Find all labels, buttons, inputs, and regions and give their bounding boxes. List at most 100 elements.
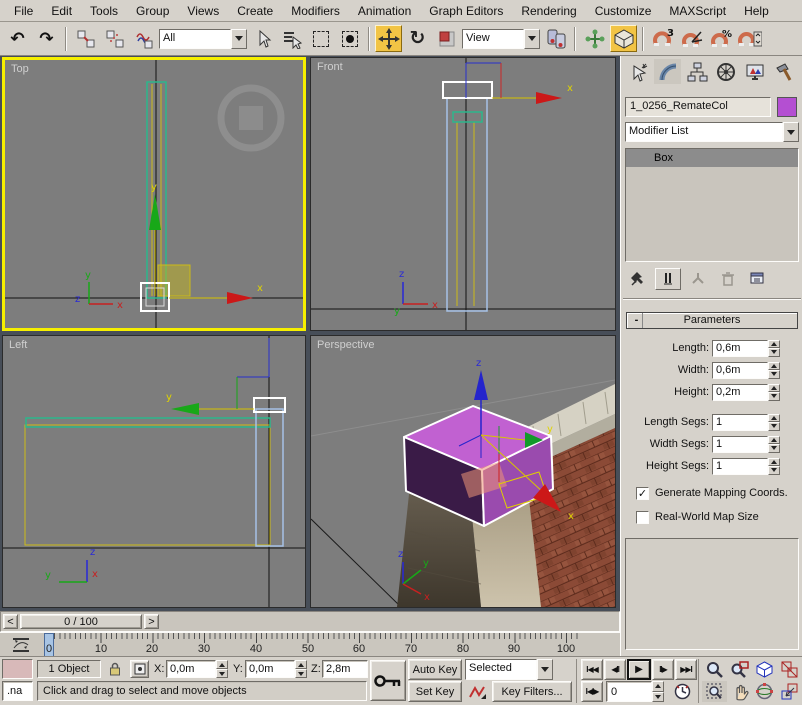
select-and-rotate-button[interactable]: ↻ (404, 25, 431, 52)
spinner-up[interactable] (768, 458, 780, 467)
maxscript-mini-listener-white[interactable]: .na (2, 681, 33, 701)
select-and-scale-button[interactable] (433, 25, 460, 52)
auto-key-button[interactable]: Auto Key (408, 659, 462, 680)
default-in-out-tangents-button[interactable] (465, 681, 489, 702)
menu-item-edit[interactable]: Edit (43, 1, 80, 21)
angle-snap-button[interactable] (678, 25, 705, 52)
select-by-name-button[interactable] (278, 25, 305, 52)
width-segs-field[interactable]: 1 (712, 436, 768, 453)
select-and-move-button[interactable] (375, 25, 402, 52)
percent-snap-button[interactable]: % (707, 25, 734, 52)
real-world-map-checkbox[interactable] (636, 511, 649, 524)
pin-stack-button[interactable] (625, 268, 651, 290)
make-unique-button[interactable] (685, 268, 711, 290)
show-end-result-button[interactable] (655, 268, 681, 290)
time-slider-handle[interactable]: 0 / 100 (20, 614, 142, 629)
height-field[interactable]: 0,2m (712, 384, 768, 401)
coordinate-system-arrow-button[interactable] (524, 29, 540, 49)
undo-button[interactable]: ↶ (4, 25, 31, 52)
viewport-top[interactable]: Top (2, 57, 306, 331)
menu-item-tools[interactable]: Tools (82, 1, 126, 21)
maxscript-mini-listener-pink[interactable] (2, 659, 33, 679)
absolute-mode-toggle[interactable] (130, 660, 149, 678)
track-bar-ruler[interactable]: 0 10 20 30 40 50 60 70 80 90 100 (42, 633, 588, 657)
menu-item-create[interactable]: Create (229, 1, 281, 21)
menu-item-customize[interactable]: Customize (587, 1, 660, 21)
redo-button[interactable]: ↷ (33, 25, 60, 52)
tab-modify[interactable] (654, 59, 681, 84)
zoom-extents-all-button[interactable] (777, 659, 802, 680)
spinner-up[interactable] (768, 414, 780, 423)
select-and-link-button[interactable] (72, 25, 99, 52)
object-color-swatch[interactable] (777, 97, 797, 117)
selection-filter-dropdown[interactable]: All (159, 29, 247, 49)
tab-hierarchy[interactable] (683, 59, 710, 84)
spinner-down[interactable] (768, 370, 780, 379)
key-filter-selected-dropdown[interactable]: Selected (465, 659, 553, 680)
menu-item-graph-editors[interactable]: Graph Editors (421, 1, 511, 21)
generate-mapping-checkbox[interactable]: ✓ (636, 487, 649, 500)
viewport-left[interactable]: Left y z (2, 335, 306, 608)
tab-display[interactable] (741, 59, 768, 84)
object-name-field[interactable]: 1_0256_RemateCol (625, 97, 771, 117)
parameters-rollout-header[interactable]: - Parameters (626, 312, 798, 329)
y-coord-field[interactable]: 0,0m (245, 660, 295, 678)
length-field[interactable]: 0,6m (712, 340, 768, 357)
set-key-button[interactable]: Set Key (408, 681, 462, 702)
spinner-down[interactable] (652, 692, 664, 703)
selection-filter-arrow-button[interactable] (231, 29, 247, 49)
length-segs-field[interactable]: 1 (712, 414, 768, 431)
spinner-up[interactable] (216, 660, 228, 669)
menu-item-views[interactable]: Views (179, 1, 227, 21)
window-crossing-button[interactable] (336, 25, 363, 52)
menu-item-maxscript[interactable]: MAXScript (661, 1, 734, 21)
spinner-up[interactable] (652, 681, 664, 692)
spinner-down[interactable] (768, 348, 780, 357)
spinner-down[interactable] (768, 392, 780, 401)
time-slider-prev-button[interactable]: < (3, 614, 18, 629)
go-to-start-button[interactable]: I◀◀ (581, 659, 603, 680)
snaps-toggle-button[interactable] (610, 25, 637, 52)
menu-item-rendering[interactable]: Rendering (513, 1, 584, 21)
viewport-perspective[interactable]: Perspective (310, 335, 616, 608)
time-slider-track[interactable]: < 0 / 100 > (0, 611, 620, 632)
spinner-up[interactable] (768, 384, 780, 393)
spinner-down[interactable] (216, 669, 228, 678)
time-configuration-button[interactable] (670, 681, 694, 702)
width-field[interactable]: 0,6m (712, 362, 768, 379)
current-frame-field[interactable]: 0 (606, 681, 652, 702)
go-to-end-button[interactable]: ▶▶I (675, 659, 697, 680)
play-button[interactable]: ▶ (627, 659, 651, 680)
bind-to-space-warp-button[interactable] (130, 25, 157, 52)
unlink-selection-button[interactable] (101, 25, 128, 52)
viewport-front[interactable]: Front x (310, 57, 616, 331)
snap-3d-button[interactable]: 3 (649, 25, 676, 52)
tab-motion[interactable] (712, 59, 739, 84)
modifier-list-dropdown[interactable]: Modifier List (625, 122, 799, 142)
menu-item-help[interactable]: Help (736, 1, 777, 21)
z-coord-field[interactable]: 2,8m (322, 660, 368, 678)
menu-item-file[interactable]: File (6, 1, 41, 21)
modifier-stack-item[interactable]: Box (626, 149, 798, 167)
menu-item-group[interactable]: Group (128, 1, 177, 21)
min-max-toggle-button[interactable] (777, 681, 802, 702)
next-frame-button[interactable]: II▶ (652, 659, 674, 680)
spinner-up[interactable] (768, 436, 780, 445)
spinner-up[interactable] (295, 660, 307, 669)
spinner-down[interactable] (768, 422, 780, 431)
zoom-region-button[interactable] (702, 681, 727, 702)
zoom-all-button[interactable] (727, 659, 752, 680)
rectangular-selection-region-button[interactable] (307, 25, 334, 52)
tab-utilities[interactable] (770, 59, 797, 84)
key-filters-button[interactable]: Key Filters... (492, 681, 572, 702)
arc-rotate-button[interactable] (752, 681, 777, 702)
x-coord-field[interactable]: 0,0m (166, 660, 216, 678)
spinner-up[interactable] (768, 340, 780, 349)
remove-modifier-button[interactable] (715, 268, 741, 290)
time-slider-next-button[interactable]: > (144, 614, 159, 629)
modifier-list-arrow-button[interactable] (783, 122, 799, 142)
zoom-button[interactable] (702, 659, 727, 680)
configure-modifier-sets-button[interactable] (745, 268, 771, 290)
menu-item-animation[interactable]: Animation (350, 1, 419, 21)
key-filter-arrow-button[interactable] (537, 659, 553, 680)
